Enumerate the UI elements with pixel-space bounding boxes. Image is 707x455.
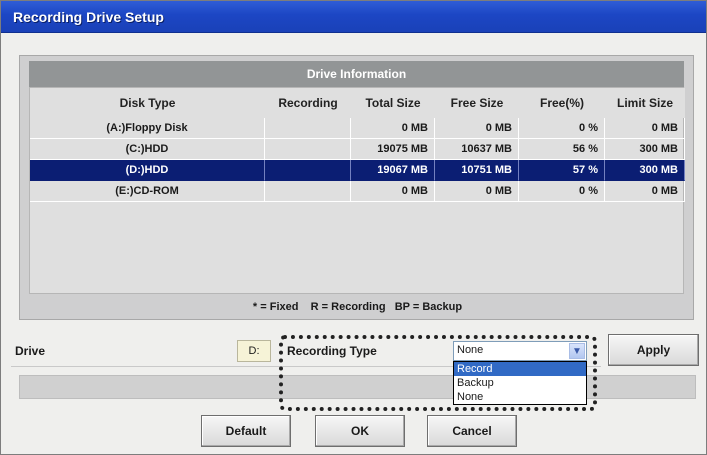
table-row[interactable]: (E:)CD-ROM 0 MB 0 MB 0 % 0 MB [30, 181, 685, 202]
column-header-limit-size[interactable]: Limit Size [605, 88, 685, 118]
cell-disk-type: (D:)HDD [30, 160, 265, 181]
drive-information-panel: Drive Information Disk Type Recording To… [19, 55, 694, 320]
cell-total-size: 0 MB [351, 181, 435, 202]
cell-free-size: 0 MB [435, 118, 519, 139]
column-header-free-percent[interactable]: Free(%) [519, 88, 605, 118]
option-none[interactable]: None [454, 390, 586, 404]
drive-value-field: D: [237, 340, 271, 362]
recording-type-label: Recording Type [287, 344, 377, 358]
table-row[interactable]: (A:)Floppy Disk 0 MB 0 MB 0 % 0 MB [30, 118, 685, 139]
cell-free-size: 10751 MB [435, 160, 519, 181]
column-header-total-size[interactable]: Total Size [351, 88, 435, 118]
apply-button[interactable]: Apply [608, 334, 699, 366]
default-button[interactable]: Default [201, 415, 291, 447]
table-row[interactable]: (C:)HDD 19075 MB 10637 MB 56 % 300 MB [30, 139, 685, 160]
cell-total-size: 19067 MB [351, 160, 435, 181]
title-bar[interactable]: Recording Drive Setup [1, 1, 706, 33]
cell-disk-type: (C:)HDD [30, 139, 265, 160]
column-header-free-size[interactable]: Free Size [435, 88, 519, 118]
drive-table-header: Disk Type Recording Total Size Free Size… [30, 88, 685, 118]
recording-type-select[interactable]: None ▼ [453, 341, 587, 361]
cell-free-percent: 0 % [519, 118, 605, 139]
option-record[interactable]: Record [454, 362, 586, 376]
drive-information-caption: Drive Information [29, 61, 684, 87]
cell-free-percent: 0 % [519, 181, 605, 202]
cell-recording [265, 160, 351, 181]
recording-drive-setup-window: Recording Drive Setup Drive Information … [0, 0, 707, 455]
cell-limit-size: 0 MB [605, 181, 685, 202]
cell-free-size: 0 MB [435, 181, 519, 202]
drive-label: Drive [15, 344, 46, 358]
cell-limit-size: 0 MB [605, 118, 685, 139]
cancel-button[interactable]: Cancel [427, 415, 517, 447]
cell-limit-size: 300 MB [605, 139, 685, 160]
drive-legend: * = Fixed R = Recording BP = Backup [252, 301, 463, 313]
cell-free-size: 10637 MB [435, 139, 519, 160]
cell-free-percent: 56 % [519, 139, 605, 160]
option-backup[interactable]: Backup [454, 376, 586, 390]
column-header-disk-type[interactable]: Disk Type [30, 88, 265, 118]
recording-type-selected-value: None [457, 344, 484, 356]
cell-recording [265, 118, 351, 139]
ok-button[interactable]: OK [315, 415, 405, 447]
cell-total-size: 0 MB [351, 118, 435, 139]
cell-disk-type: (E:)CD-ROM [30, 181, 265, 202]
recording-type-options: Record Backup None [453, 361, 587, 405]
table-row-selected[interactable]: (D:)HDD 19067 MB 10751 MB 57 % 300 MB [30, 160, 685, 181]
column-header-recording[interactable]: Recording [265, 88, 351, 118]
cell-disk-type: (A:)Floppy Disk [30, 118, 265, 139]
cell-recording [265, 181, 351, 202]
drive-table: Disk Type Recording Total Size Free Size… [29, 87, 685, 294]
window-title: Recording Drive Setup [13, 9, 164, 25]
cell-recording [265, 139, 351, 160]
cell-free-percent: 57 % [519, 160, 605, 181]
cell-total-size: 19075 MB [351, 139, 435, 160]
chevron-down-icon[interactable]: ▼ [569, 343, 585, 359]
status-bar [19, 375, 696, 399]
cell-limit-size: 300 MB [605, 160, 685, 181]
